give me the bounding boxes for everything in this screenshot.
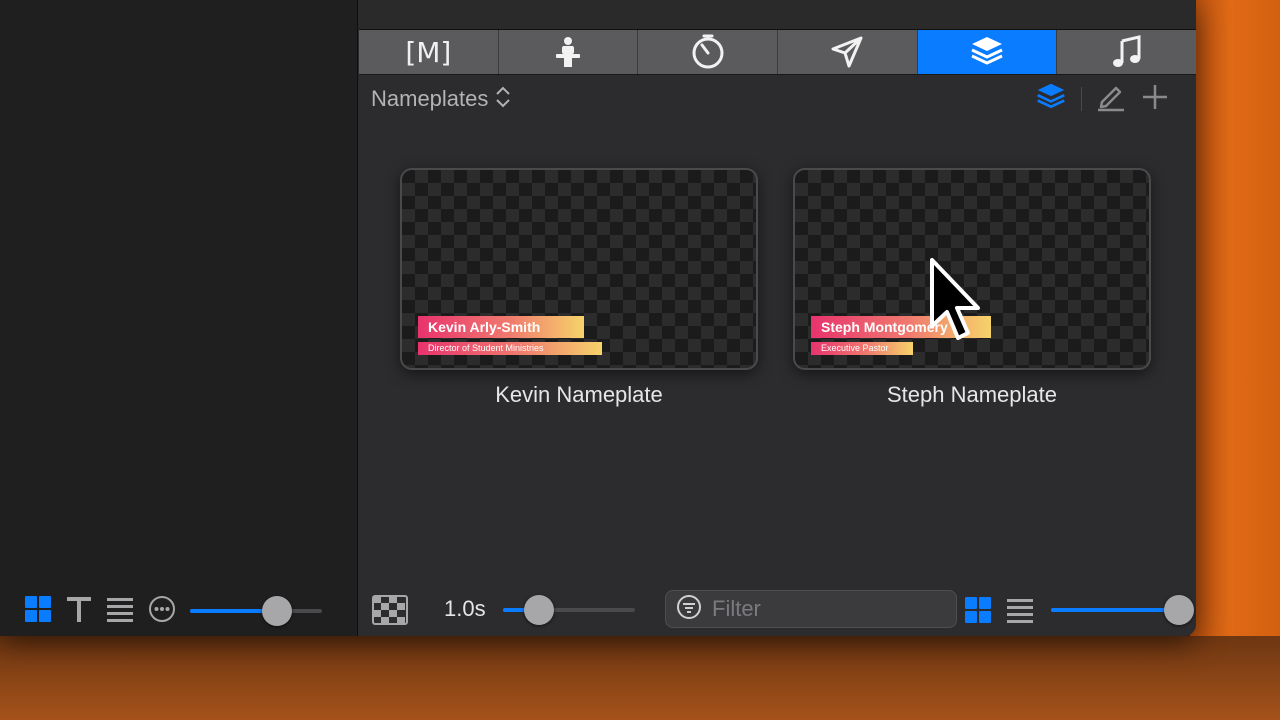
card-label: Kevin Nameplate xyxy=(495,382,663,407)
library-bottom-toolbar: 1.0s xyxy=(372,590,1195,631)
duration-slider-knob[interactable] xyxy=(523,595,554,625)
left-bottom-toolbar xyxy=(24,594,322,628)
tab-messages[interactable] xyxy=(778,30,918,74)
preview-name-bar: Kevin Arly-Smith xyxy=(418,316,584,338)
tab-stage[interactable] xyxy=(499,30,639,74)
media-bracket-icon: [M] xyxy=(405,35,452,69)
size-slider-fill xyxy=(1051,608,1180,612)
nameplate-card-kevin[interactable]: Kevin Arly-Smith Director of Student Min… xyxy=(400,168,758,408)
chevron-up-down-icon xyxy=(494,84,512,115)
library-pane: [M] Nameplates Kevin Arly-Smith Director… xyxy=(359,0,1196,636)
card-label: Steph Nameplate xyxy=(887,382,1057,407)
tab-props[interactable] xyxy=(917,30,1058,74)
desktop-background-bottom xyxy=(0,636,1280,720)
filter-icon xyxy=(676,594,702,625)
tab-audio[interactable] xyxy=(1057,30,1196,74)
text-view-icon[interactable] xyxy=(66,595,92,628)
zoom-slider-knob[interactable] xyxy=(262,596,293,626)
divider xyxy=(1081,87,1082,111)
timer-icon xyxy=(690,34,726,70)
grid-view-icon[interactable] xyxy=(964,596,992,629)
send-arrow-icon xyxy=(830,35,864,69)
thumbnail-size-slider[interactable] xyxy=(1051,593,1195,627)
desktop-background-right xyxy=(1190,0,1280,720)
filter-field[interactable] xyxy=(665,590,957,628)
top-strip xyxy=(359,0,1196,30)
library-title: Nameplates xyxy=(371,86,489,111)
transition-duration[interactable]: 1.0s xyxy=(444,596,486,622)
library-selector[interactable]: Nameplates xyxy=(371,85,512,113)
add-icon[interactable] xyxy=(1140,82,1170,117)
edit-icon[interactable] xyxy=(1096,82,1126,117)
list-view-icon[interactable] xyxy=(1006,596,1034,629)
app-window: [M] Nameplates Kevin Arly-Smith Director… xyxy=(0,0,1196,636)
tab-bar: [M] xyxy=(359,30,1196,75)
checkerboard-icon[interactable] xyxy=(372,594,408,631)
tab-media[interactable]: [M] xyxy=(359,30,499,74)
more-icon[interactable] xyxy=(148,595,176,628)
library-actions xyxy=(1035,82,1170,116)
list-view-icon[interactable] xyxy=(106,595,134,628)
stage-person-icon xyxy=(555,36,581,68)
mouse-cursor-icon xyxy=(930,258,982,349)
music-note-icon xyxy=(1111,35,1143,69)
tab-timer[interactable] xyxy=(638,30,779,74)
duration-slider[interactable] xyxy=(503,593,635,627)
layers-icon xyxy=(969,35,1005,69)
nameplate-thumbnail: Kevin Arly-Smith Director of Student Min… xyxy=(400,168,758,370)
zoom-slider[interactable] xyxy=(190,594,322,628)
grid-view-icon[interactable] xyxy=(24,595,52,628)
left-pane xyxy=(0,0,358,636)
preview-role-bar: Director of Student Ministries xyxy=(418,342,602,355)
preview-role-bar: Executive Pastor xyxy=(811,342,913,355)
size-slider-knob[interactable] xyxy=(1164,595,1195,625)
filter-input[interactable] xyxy=(712,596,932,622)
layers-icon[interactable] xyxy=(1035,82,1067,117)
